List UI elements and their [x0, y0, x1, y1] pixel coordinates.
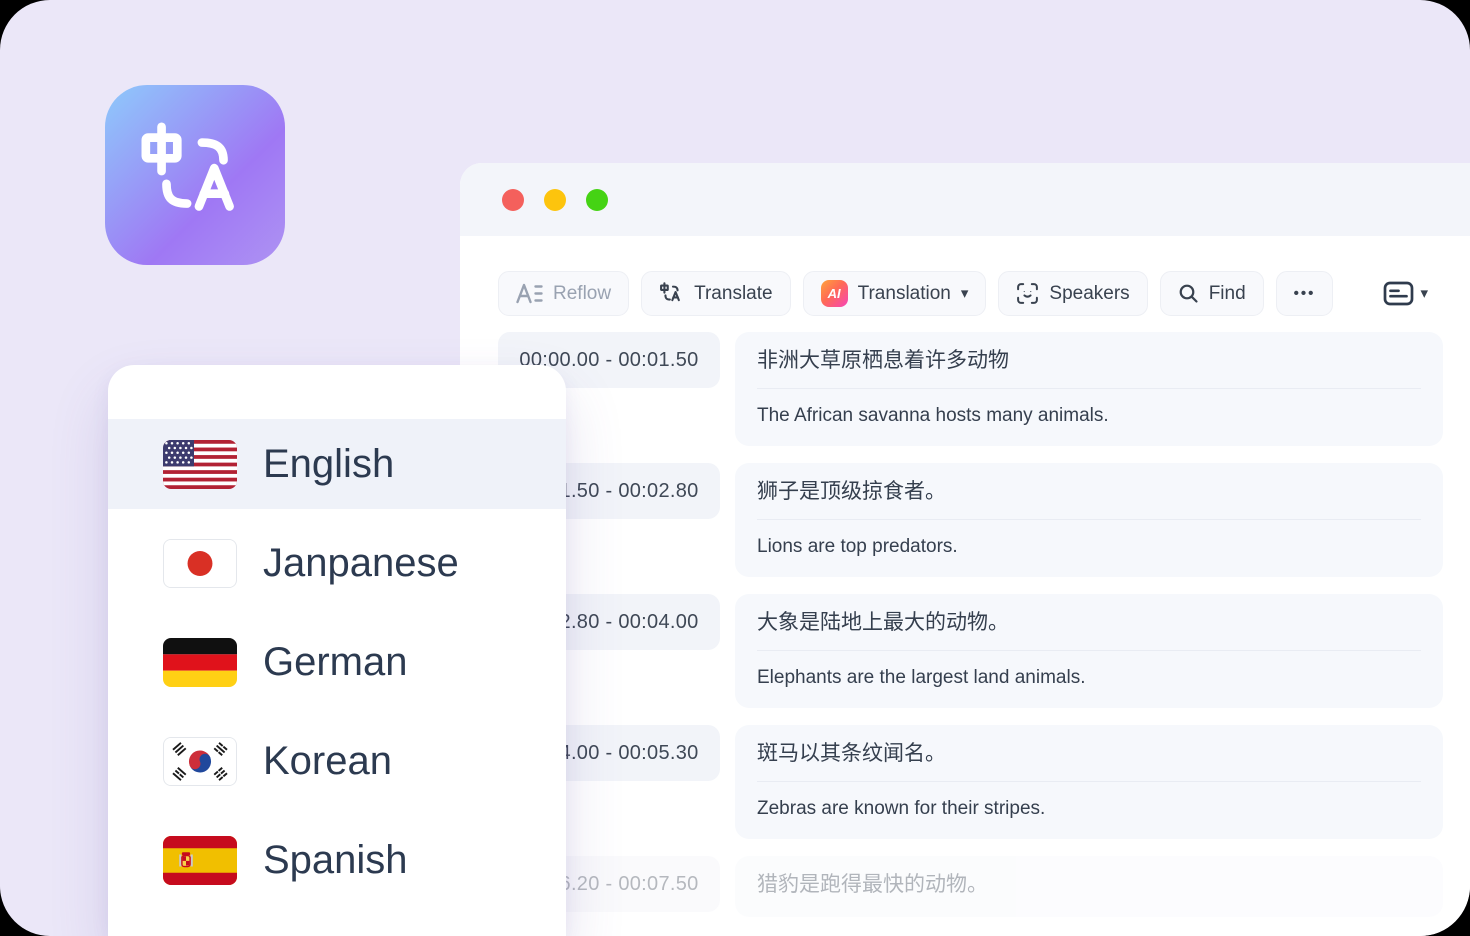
subtitle-list: 00:00.00 - 00:01.50 非洲大草原栖息着许多动物 The Afr… [460, 316, 1470, 917]
reflow-label: Reflow [553, 283, 611, 305]
source-text: 狮子是顶级掠食者。 [757, 478, 1421, 506]
translation-label: Translation [858, 283, 951, 305]
korea-flag-icon [163, 737, 237, 786]
subtitle-row-1: 00:00.00 - 00:01.50 非洲大草原栖息着许多动物 The Afr… [498, 332, 1443, 446]
layout-view-icon [1383, 281, 1414, 306]
language-label: Korean [263, 739, 392, 784]
subtitle-row-3: 00:02.80 - 00:04.00 大象是陆地上最大的动物。 Elephan… [498, 594, 1443, 708]
more-icon: ••• [1294, 285, 1316, 302]
chevron-down-icon: ▾ [961, 286, 969, 301]
subtitle-cell[interactable]: 斑马以其条纹闻名。 Zebras are known for their str… [735, 725, 1443, 839]
toolbar: Reflow Translate AI Translation [460, 236, 1470, 316]
language-item-english[interactable]: English [108, 419, 566, 509]
search-icon [1178, 283, 1199, 304]
chevron-down-icon: ▾ [1420, 286, 1428, 301]
spain-flag-icon [163, 836, 237, 885]
translate-label: Translate [694, 283, 773, 305]
speakers-button[interactable]: Speakers [998, 271, 1147, 316]
more-button[interactable]: ••• [1276, 271, 1334, 316]
language-label: Spanish [263, 838, 408, 883]
language-label: German [263, 640, 408, 685]
zoom-window-button[interactable] [586, 189, 608, 211]
subtitle-cell[interactable]: 非洲大草原栖息着许多动物 The African savanna hosts m… [735, 332, 1443, 446]
language-item-spanish[interactable]: Spanish [108, 815, 566, 905]
us-flag-icon [163, 440, 237, 489]
translation-dropdown-button[interactable]: AI Translation ▾ [803, 271, 987, 316]
speakers-label: Speakers [1049, 283, 1129, 305]
subtitle-row-4: 00:04.00 - 00:05.30 斑马以其条纹闻名。 Zebras are… [498, 725, 1443, 839]
view-layout-switcher[interactable]: ▾ [1383, 281, 1428, 306]
translate-button[interactable]: Translate [641, 271, 791, 316]
speakers-face-scan-icon [1016, 282, 1039, 305]
language-item-korean[interactable]: Korean [108, 716, 566, 806]
translation-text: Lions are top predators. [757, 535, 1421, 559]
divider [757, 388, 1421, 389]
divider [757, 650, 1421, 651]
subtitle-cell[interactable]: 大象是陆地上最大的动物。 Elephants are the largest l… [735, 594, 1443, 708]
language-menu: English Janpanese German [108, 365, 566, 936]
translator-app-icon [105, 85, 285, 265]
divider [757, 519, 1421, 520]
language-item-german[interactable]: German [108, 617, 566, 707]
language-label: English [263, 442, 394, 487]
translation-text: Elephants are the largest land animals. [757, 666, 1421, 690]
subtitle-row-5: 00:06.20 - 00:07.50 猎豹是跑得最快的动物。 [498, 856, 1443, 917]
translation-text: Zebras are known for their stripes. [757, 797, 1421, 821]
ai-badge-text: AI [828, 286, 841, 301]
source-text: 猎豹是跑得最快的动物。 [757, 871, 1421, 899]
find-label: Find [1209, 283, 1246, 305]
subtitle-row-2: 00:01.50 - 00:02.80 狮子是顶级掠食者。 Lions are … [498, 463, 1443, 577]
reflow-icon [516, 283, 543, 304]
source-text: 斑马以其条纹闻名。 [757, 740, 1421, 768]
window-titlebar [460, 163, 1470, 236]
japan-flag-icon [163, 539, 237, 588]
translate-glyph-icon [136, 116, 254, 234]
close-window-button[interactable] [502, 189, 524, 211]
divider [757, 781, 1421, 782]
ai-badge-icon: AI [821, 280, 848, 307]
language-label: Janpanese [263, 541, 459, 586]
language-item-japanese[interactable]: Janpanese [108, 518, 566, 608]
source-text: 大象是陆地上最大的动物。 [757, 609, 1421, 637]
find-button[interactable]: Find [1160, 271, 1264, 316]
reflow-button[interactable]: Reflow [498, 271, 629, 316]
translate-icon [659, 281, 684, 306]
subtitle-editor-window: Reflow Translate AI Translation [460, 163, 1470, 936]
subtitle-cell[interactable]: 猎豹是跑得最快的动物。 [735, 856, 1443, 917]
minimize-window-button[interactable] [544, 189, 566, 211]
marketing-canvas: Reflow Translate AI Translation [0, 0, 1470, 936]
source-text: 非洲大草原栖息着许多动物 [757, 347, 1421, 375]
subtitle-cell[interactable]: 狮子是顶级掠食者。 Lions are top predators. [735, 463, 1443, 577]
translation-text: The African savanna hosts many animals. [757, 404, 1421, 428]
germany-flag-icon [163, 638, 237, 687]
